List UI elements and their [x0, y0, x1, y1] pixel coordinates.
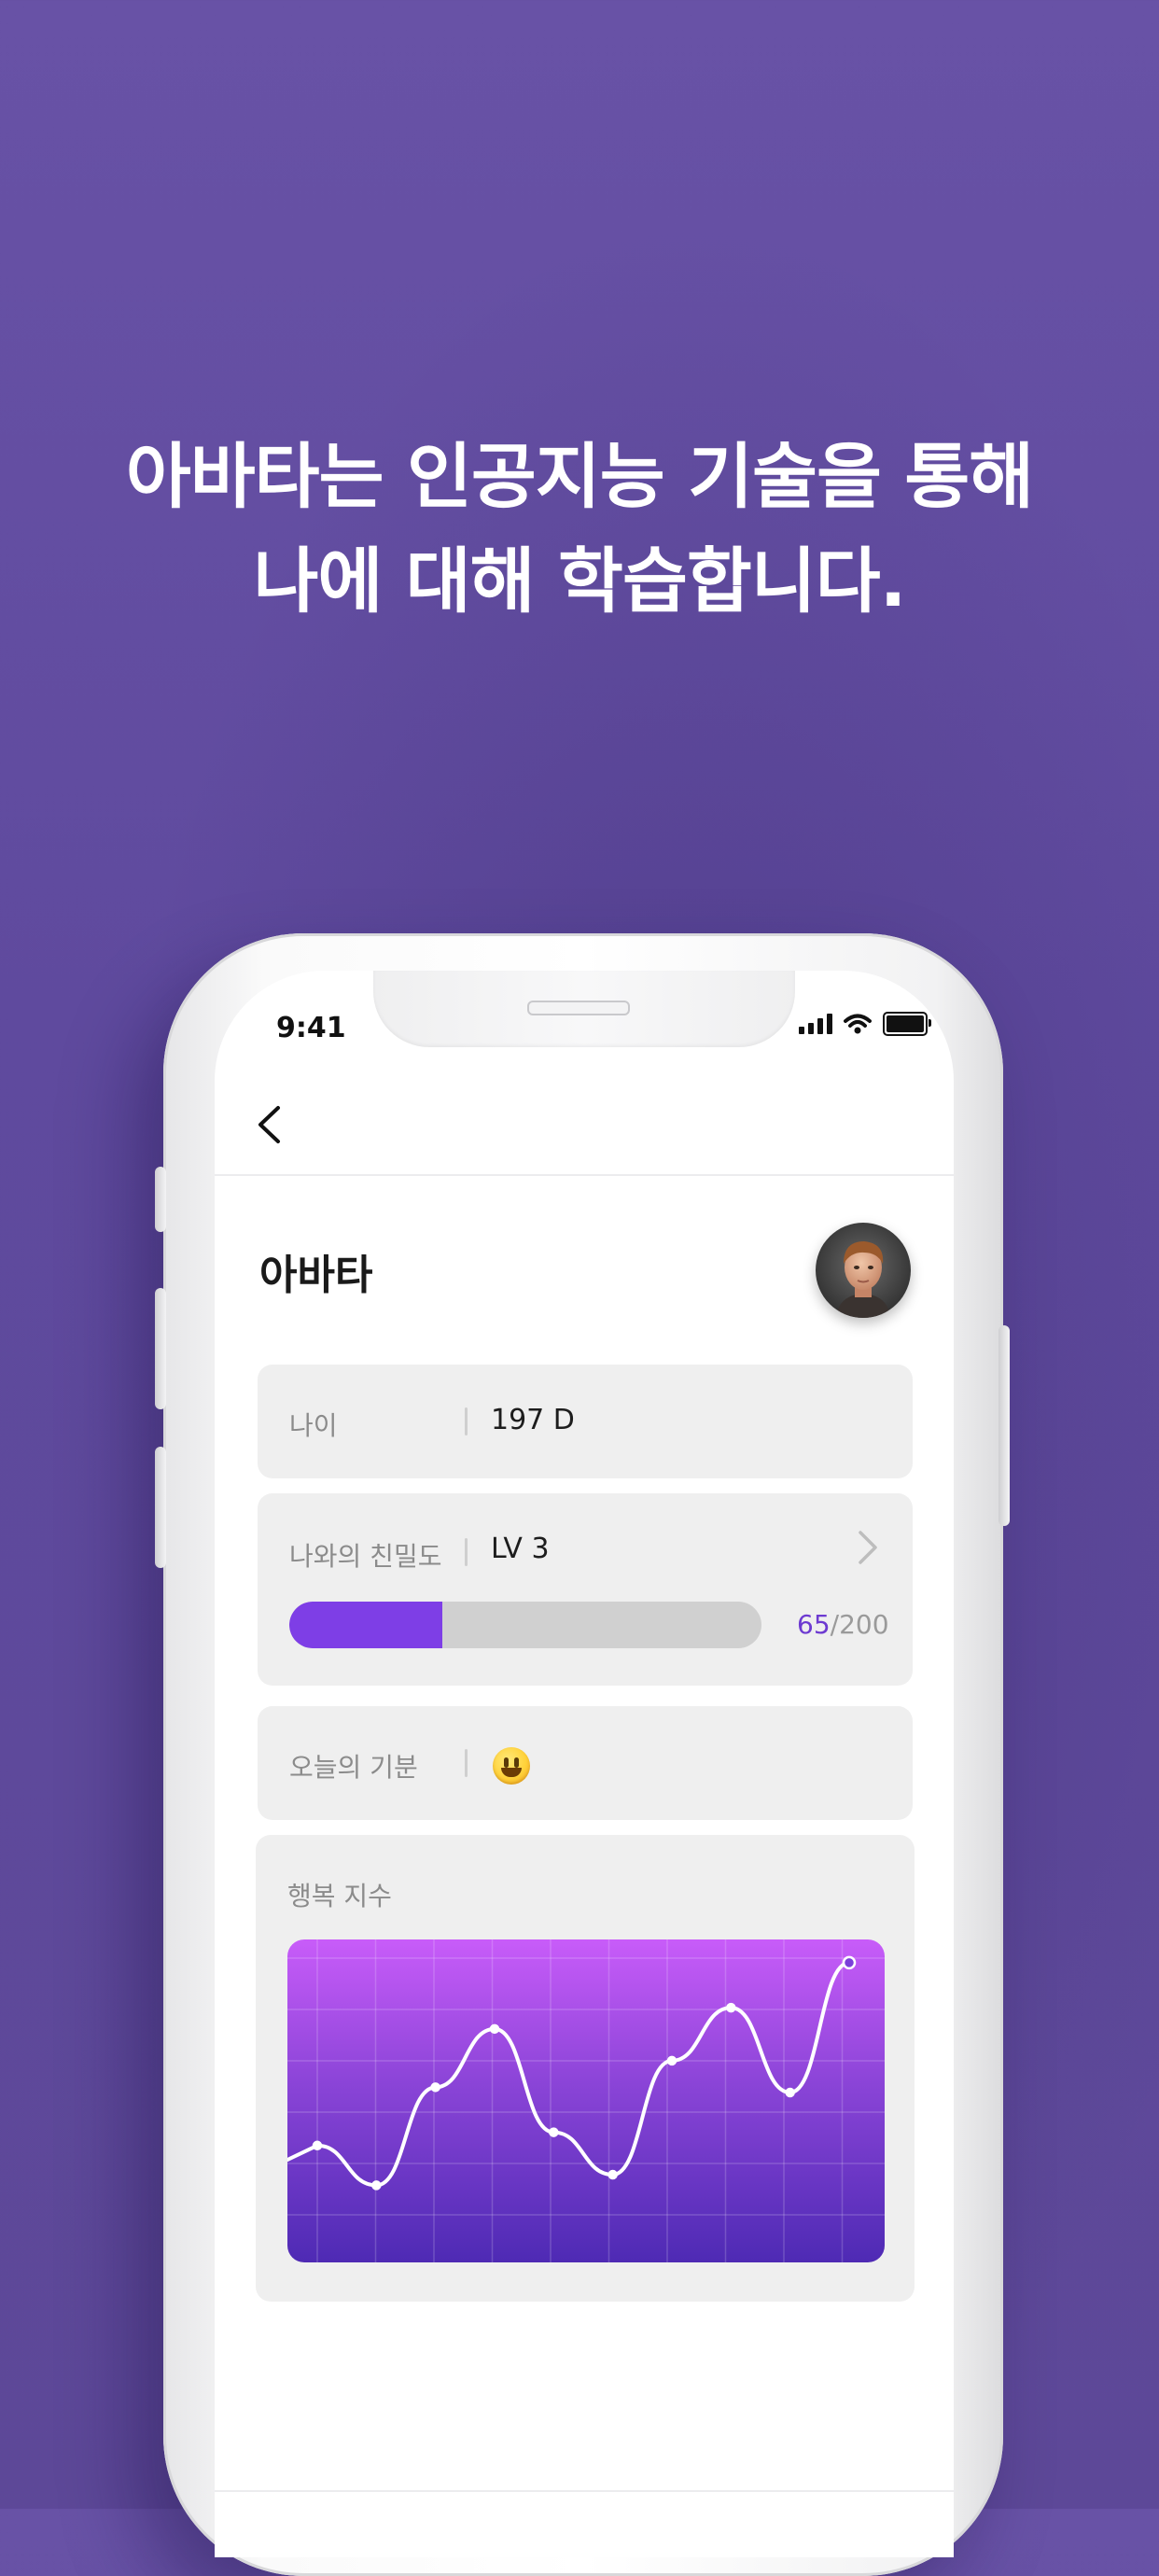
intimacy-progress-bar [289, 1602, 761, 1648]
phone-volume-down [155, 1447, 166, 1568]
intimacy-separator [465, 1538, 468, 1566]
bottom-divider [215, 2490, 954, 2492]
avatar[interactable] [816, 1223, 911, 1318]
intimacy-progress-fill [289, 1602, 443, 1648]
happiness-chart-svg [287, 1939, 885, 2262]
happiness-card: 행복 지수 [256, 1835, 915, 2302]
data-point [785, 2087, 795, 2098]
headline: 아바타는 인공지능 기술을 통해 나에 대해 학습합니다. [0, 425, 1159, 634]
data-point [549, 2127, 559, 2137]
happiness-chart [287, 1939, 885, 2262]
page-title: 아바타 [259, 1252, 373, 1299]
smiling-face-icon [493, 1747, 530, 1785]
header-divider [215, 1174, 954, 1176]
data-point [607, 2169, 618, 2180]
back-button[interactable] [241, 1097, 297, 1153]
age-separator [465, 1407, 468, 1435]
mood-separator [465, 1749, 468, 1777]
mood-label: 오늘의 기분 [289, 1752, 418, 1783]
data-point [371, 2180, 382, 2191]
avatar-image [816, 1223, 911, 1318]
intimacy-card[interactable]: 나와의 친밀도 LV 3 65/200 [258, 1493, 913, 1686]
progress-total: /200 [830, 1609, 889, 1640]
data-point [489, 2023, 500, 2035]
phone-volume-up [155, 1288, 166, 1409]
chevron-right-icon[interactable] [857, 1529, 879, 1566]
status-icons [799, 1012, 931, 1036]
phone-power-button [998, 1325, 1010, 1526]
headline-line-1: 아바타는 인공지능 기술을 통해 [125, 435, 1034, 518]
age-value: 197 D [491, 1404, 575, 1436]
intimacy-label: 나와의 친밀도 [289, 1541, 442, 1572]
status-time: 9:41 [276, 1012, 346, 1044]
data-point [726, 2002, 736, 2013]
chevron-left-icon [258, 1106, 280, 1143]
phone-screen: 9:41 아바타 나이 197 D 나와의 친밀도 LV 3 65/200 오늘… [215, 971, 954, 2557]
headline-line-2: 나에 대해 학습합니다. [253, 539, 906, 623]
data-point [842, 1955, 857, 1970]
data-point [430, 2082, 440, 2093]
battery-icon [883, 1012, 931, 1036]
progress-current: 65 [797, 1609, 831, 1640]
happiness-label: 행복 지수 [287, 1881, 392, 1911]
intimacy-level: LV 3 [491, 1533, 550, 1565]
data-point [312, 2140, 323, 2151]
age-card: 나이 197 D [258, 1365, 913, 1478]
intimacy-progress-text: 65/200 [797, 1609, 889, 1640]
wifi-icon [844, 1014, 872, 1034]
phone-mute-switch [155, 1167, 166, 1232]
signal-icon [799, 1014, 832, 1034]
data-point [666, 2055, 677, 2066]
age-label: 나이 [289, 1410, 338, 1441]
happiness-line [287, 1960, 851, 2188]
speaker-grille [527, 1001, 630, 1015]
mood-card: 오늘의 기분 [258, 1706, 913, 1820]
